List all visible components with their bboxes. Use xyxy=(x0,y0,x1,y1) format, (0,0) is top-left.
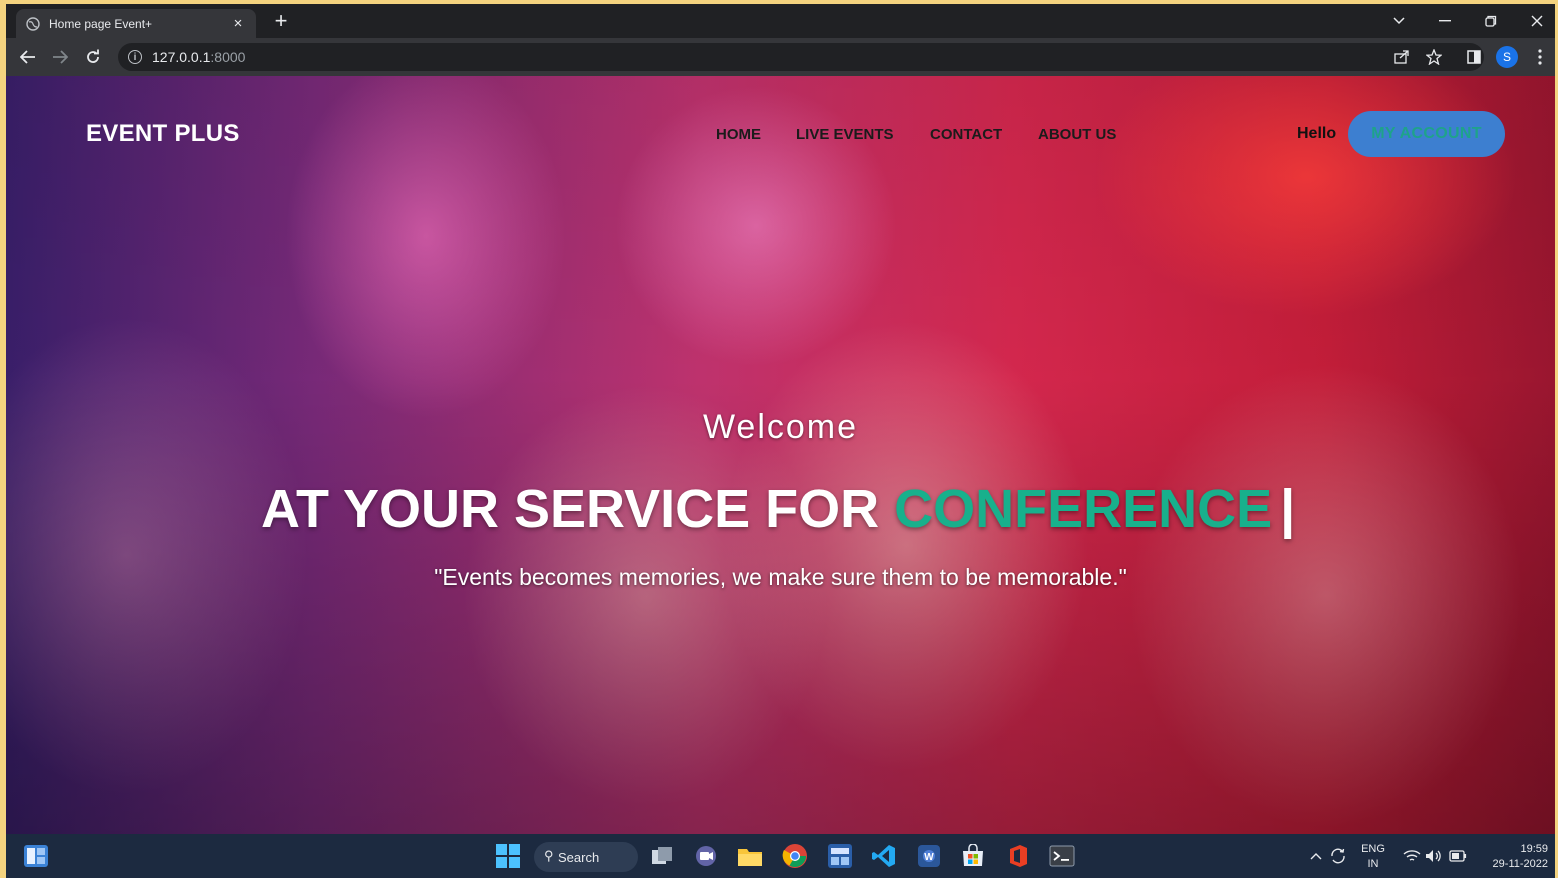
nav-contact[interactable]: CONTACT xyxy=(930,126,1002,143)
tab-title: Home page Event+ xyxy=(49,16,153,31)
headline-prefix: AT YOUR SERVICE FOR xyxy=(261,479,880,539)
svg-text:W: W xyxy=(924,852,934,863)
back-icon[interactable] xyxy=(16,45,40,69)
bookmark-star-icon[interactable] xyxy=(1422,45,1446,69)
widgets-icon[interactable] xyxy=(22,842,50,870)
clock[interactable]: 19:59 29-11-2022 xyxy=(1476,842,1548,872)
language-code: ENG xyxy=(1361,843,1385,855)
reload-icon[interactable] xyxy=(81,45,105,69)
site-navbar: EVENT PLUS HOME LIVE EVENTS CONTACT ABOU… xyxy=(6,76,1555,196)
profile-avatar[interactable]: S xyxy=(1496,46,1518,68)
greeting-text: Hello xyxy=(1297,125,1337,142)
clock-time: 19:59 xyxy=(1520,843,1548,855)
tab-strip: Home page Event+ × + xyxy=(6,4,1555,38)
tab-close-icon[interactable]: × xyxy=(230,15,246,32)
chrome-icon[interactable] xyxy=(781,842,809,870)
nav-live-events[interactable]: LIVE EVENTS xyxy=(796,126,894,143)
side-panel-icon[interactable] xyxy=(1462,45,1486,69)
my-account-button[interactable]: MY ACCOUNT xyxy=(1348,111,1505,157)
vscode-icon[interactable] xyxy=(870,842,898,870)
browser-toolbar: i 127.0.0.1 :8000 S xyxy=(6,38,1555,76)
dev-home-icon[interactable] xyxy=(826,842,854,870)
tab-search-icon[interactable] xyxy=(1376,4,1422,38)
new-tab-button[interactable]: + xyxy=(270,9,292,33)
teams-chat-icon[interactable] xyxy=(692,842,720,870)
minimize-icon[interactable] xyxy=(1422,4,1468,38)
word-app-icon[interactable]: W xyxy=(915,842,943,870)
menu-kebab-icon[interactable] xyxy=(1528,45,1552,69)
hero-quote: "Events becomes memories, we make sure t… xyxy=(434,564,1127,590)
taskbar-search[interactable]: ⚲ Search xyxy=(534,842,638,872)
url-host: 127.0.0.1 xyxy=(152,49,211,65)
typing-cursor: | xyxy=(1280,479,1296,539)
sync-icon[interactable] xyxy=(1324,842,1352,870)
battery-icon[interactable] xyxy=(1444,842,1472,870)
globe-icon xyxy=(26,16,40,31)
office-icon[interactable] xyxy=(1004,842,1032,870)
language-indicator[interactable]: ENG IN xyxy=(1358,842,1388,872)
search-icon: ⚲ xyxy=(544,848,554,863)
site-logo[interactable]: EVENT PLUS xyxy=(86,120,240,148)
hero-welcome: Welcome xyxy=(702,408,859,446)
page-viewport: EVENT PLUS HOME LIVE EVENTS CONTACT ABOU… xyxy=(6,76,1555,834)
start-windows-icon[interactable] xyxy=(494,842,522,870)
headline-typed-word: CONFERENCE xyxy=(894,479,1273,539)
url-port: :8000 xyxy=(210,49,246,65)
region-code: IN xyxy=(1367,858,1379,870)
site-info-icon[interactable]: i xyxy=(128,50,142,64)
microsoft-store-icon[interactable] xyxy=(959,842,987,870)
tab-home-page[interactable]: Home page Event+ × xyxy=(16,9,256,38)
taskbar-search-label: Search xyxy=(558,849,600,865)
share-icon[interactable] xyxy=(1390,45,1414,69)
file-explorer-icon[interactable] xyxy=(736,842,764,870)
restore-icon[interactable] xyxy=(1468,4,1514,38)
windows-taskbar: ⚲ Search W ENG IN 19:59 29-11-2022 xyxy=(6,834,1555,878)
clock-date: 29-11-2022 xyxy=(1492,858,1548,870)
hero-headline: AT YOUR SERVICE FOR CONFERENCE | xyxy=(261,478,1295,540)
nav-home[interactable]: HOME xyxy=(716,126,761,143)
task-view-icon[interactable] xyxy=(648,842,676,870)
forward-icon[interactable] xyxy=(48,45,72,69)
close-window-icon[interactable] xyxy=(1514,4,1555,38)
terminal-icon[interactable] xyxy=(1048,842,1076,870)
browser-window: Home page Event+ × + i 127.0.0.1:8000 S… xyxy=(6,4,1555,878)
nav-about-us[interactable]: ABOUT US xyxy=(1038,126,1116,143)
address-bar[interactable]: i 127.0.0.1 :8000 xyxy=(118,43,1484,71)
